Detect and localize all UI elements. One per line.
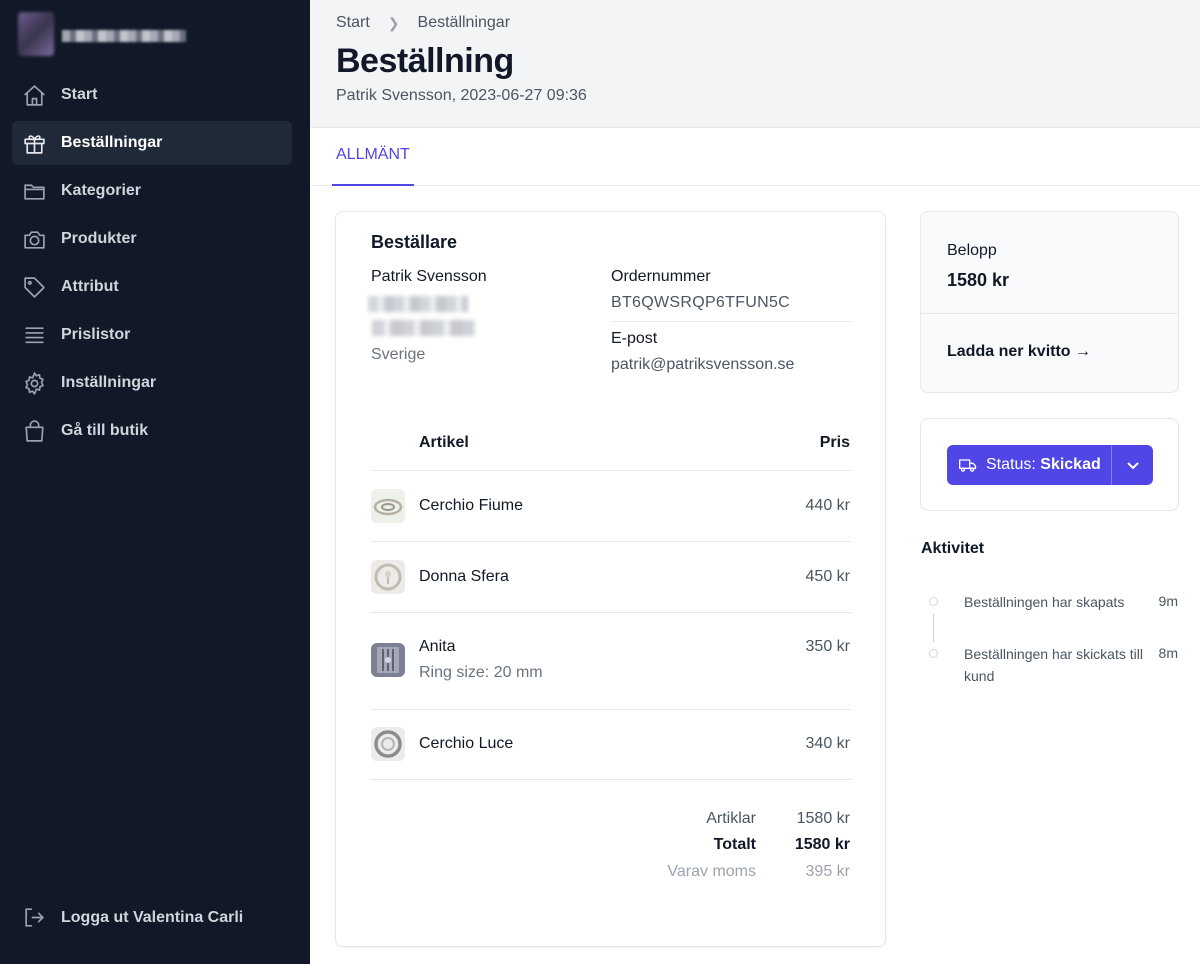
redacted-address-line-1 <box>368 296 468 312</box>
sidebar-nav: Start Beställningar Kategorier Produkter… <box>12 73 292 457</box>
timeline-line <box>933 614 934 642</box>
item-price: 350 kr <box>805 638 850 655</box>
divider <box>371 470 851 471</box>
item-name: Cerchio Fiume <box>419 497 524 514</box>
product-thumbnail <box>371 643 405 677</box>
chevron-down-icon <box>1126 462 1139 470</box>
sidebar-item-label: Gå till butik <box>61 422 149 439</box>
divider <box>611 321 851 322</box>
sidebar-item-bestallningar[interactable]: Beställningar <box>12 121 292 165</box>
status-card: Status: Skickad <box>920 418 1179 511</box>
item-name: Donna Sfera <box>419 568 509 585</box>
sidebar-item-label: Attribut <box>61 278 119 295</box>
column-header-article: Artikel <box>419 434 469 451</box>
order-card: Beställare Patrik Svensson Sverige Order… <box>335 211 886 947</box>
total-value: 1580 kr <box>794 836 850 853</box>
item-price: 440 kr <box>805 497 850 514</box>
home-icon <box>24 84 45 106</box>
brand-logo <box>18 12 54 56</box>
activity-event-time: 9m <box>1158 593 1178 609</box>
sidebar-item-label: Start <box>61 86 98 103</box>
customer-name: Patrik Svensson <box>371 268 487 285</box>
gear-icon <box>25 371 44 395</box>
gift-icon <box>24 134 45 154</box>
email-label: E-post <box>611 330 658 347</box>
divider <box>371 709 851 710</box>
chevron-right-icon: ❯ <box>387 14 400 31</box>
brand[interactable] <box>18 12 198 56</box>
tab-bar: ALLMÄNT <box>310 128 1200 186</box>
logout-icon <box>25 908 44 927</box>
status-menu-toggle[interactable] <box>1112 445 1153 485</box>
divider <box>921 313 1178 314</box>
logout-label: Logga ut Valentina Carli <box>61 908 244 926</box>
product-thumbnail <box>371 489 405 523</box>
customer-section-title: Beställare <box>371 232 458 252</box>
amount-label: Belopp <box>947 242 997 259</box>
tab-allmant[interactable]: ALLMÄNT <box>332 128 414 186</box>
sidebar-item-prislistor[interactable]: Prislistor <box>12 313 292 357</box>
item-name: Cerchio Luce <box>419 735 514 752</box>
amount-value: 1580 kr <box>947 270 1010 290</box>
page-title: Beställning <box>336 42 514 80</box>
email-value: patrik@patriksvensson.se <box>611 356 795 373</box>
activity-event-text: Beställningen har skapats <box>964 594 1125 610</box>
divider <box>371 612 851 613</box>
timeline-dot <box>929 597 938 606</box>
page-subtitle: Patrik Svensson, 2023-06-27 09:36 <box>336 87 587 104</box>
total-label: Totalt <box>713 836 756 853</box>
column-header-price: Pris <box>819 434 850 451</box>
breadcrumb-start[interactable]: Start <box>336 14 370 32</box>
item-name: Anita <box>419 638 456 655</box>
download-receipt-link[interactable]: Ladda ner kvitto → <box>947 343 1091 361</box>
divider <box>371 779 851 780</box>
breadcrumb: Start ❯ Beställningar <box>336 14 510 32</box>
timeline-dot <box>929 649 938 658</box>
vat-value: 395 kr <box>805 863 850 880</box>
sidebar-item-produkter[interactable]: Produkter <box>12 217 292 261</box>
tag-icon <box>24 276 45 298</box>
list-icon <box>25 326 44 343</box>
sidebar-item-ga-till-butik[interactable]: Gå till butik <box>12 409 292 453</box>
order-number-label: Ordernummer <box>611 268 711 285</box>
folder-icon <box>24 183 45 200</box>
logout-button[interactable]: Logga ut Valentina Carli <box>22 905 243 930</box>
amount-card: Belopp 1580 kr Ladda ner kvitto → <box>920 211 1179 393</box>
activity-event-time: 8m <box>1158 645 1178 661</box>
sidebar-item-label: Beställningar <box>61 134 163 151</box>
sidebar-item-label: Inställningar <box>61 374 157 391</box>
product-thumbnail <box>371 727 405 761</box>
sidebar-item-installningar[interactable]: Inställningar <box>12 361 292 405</box>
item-price: 340 kr <box>805 735 850 752</box>
customer-country: Sverige <box>371 346 426 363</box>
shopping-bag-icon <box>25 419 44 442</box>
sidebar-item-label: Kategorier <box>61 182 142 199</box>
sidebar-item-label: Produkter <box>61 230 137 247</box>
brand-name-redacted <box>62 30 186 42</box>
sidebar-item-kategorier[interactable]: Kategorier <box>12 169 292 213</box>
sidebar-item-label: Prislistor <box>61 326 131 343</box>
redacted-address-line-2 <box>372 320 476 336</box>
camera-icon <box>24 230 45 249</box>
divider <box>371 541 851 542</box>
status-prefix: Status: <box>986 456 1036 473</box>
item-price: 450 kr <box>805 568 850 585</box>
sidebar-item-start[interactable]: Start <box>12 73 292 117</box>
vat-label: Varav moms <box>667 863 756 880</box>
status-dropdown: Status: Skickad <box>947 445 1153 485</box>
product-thumbnail <box>371 560 405 594</box>
sidebar-item-attribut[interactable]: Attribut <box>12 265 292 309</box>
subtotal-label: Artiklar <box>706 810 756 827</box>
subtotal-value: 1580 kr <box>796 810 850 827</box>
page-header: Start ❯ Beställningar Beställning Patrik… <box>310 0 1200 128</box>
breadcrumb-bestallningar[interactable]: Beställningar <box>418 14 511 32</box>
order-number-value: BT6QWSRQP6TFUN5C <box>611 294 791 311</box>
status-value: Skickad <box>1040 456 1101 473</box>
activity-title: Aktivitet <box>921 540 985 557</box>
sidebar: Start Beställningar Kategorier Produkter… <box>0 0 310 964</box>
activity-event-text: Beställningen har skickats till kund <box>964 646 1143 684</box>
item-option: Ring size: 20 mm <box>419 664 543 681</box>
status-button[interactable]: Status: Skickad <box>947 445 1112 485</box>
truck-icon <box>959 459 977 472</box>
